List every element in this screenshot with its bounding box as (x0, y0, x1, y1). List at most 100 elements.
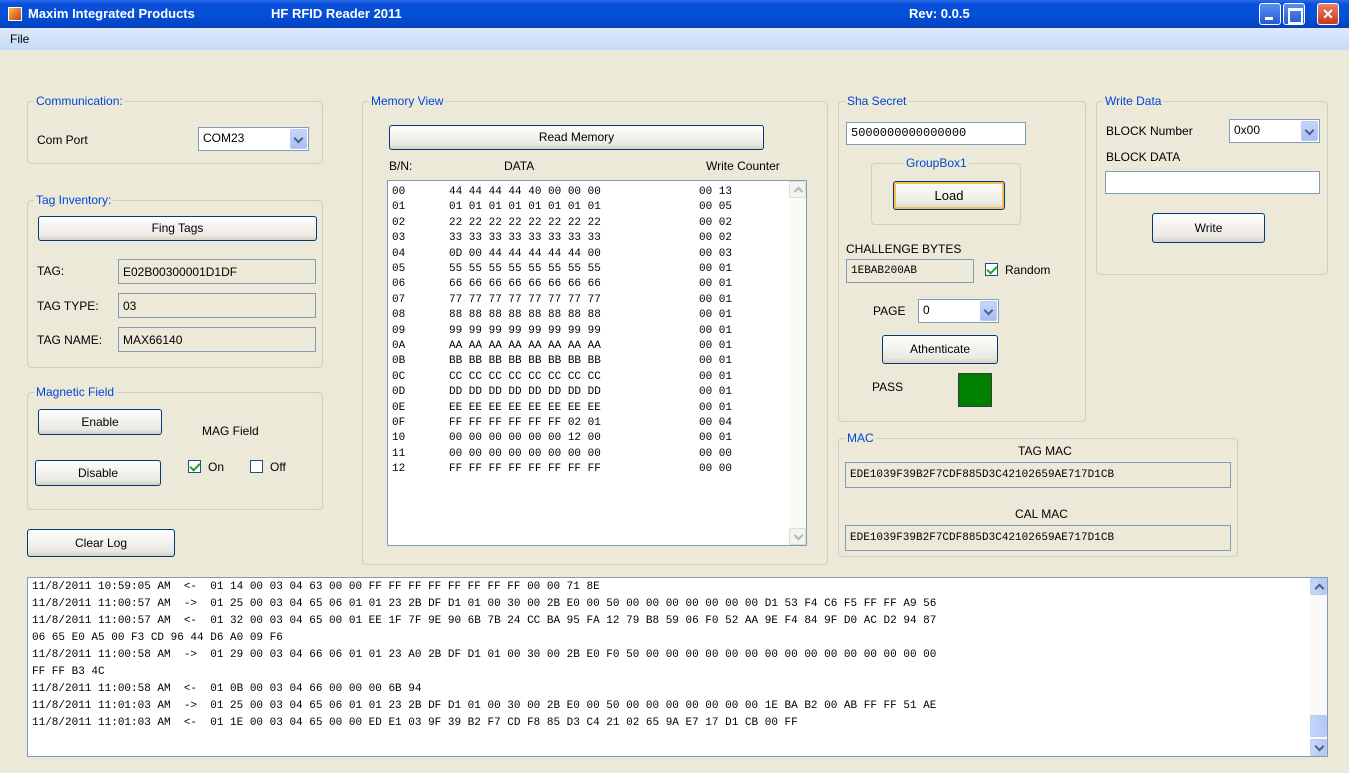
page-value: 0 (923, 303, 930, 317)
memory-list[interactable]: 00 44 44 44 44 40 00 00 00 00 13 01 01 01 01… (387, 180, 807, 546)
memory-row-data: FF FF FF FF FF FF FF FF (449, 463, 601, 476)
random-label: Random (1005, 263, 1051, 277)
log-textbox[interactable]: 11/8/2011 10:59:05 AM <- 01 14 00 03 04 … (27, 577, 1328, 757)
revision-label: Rev: 0.0.5 (909, 6, 970, 21)
minimize-button[interactable] (1259, 3, 1281, 25)
scroll-up-icon[interactable] (1310, 578, 1327, 595)
menu-file[interactable]: File (10, 32, 29, 46)
on-label: On (208, 460, 225, 474)
magnetic-field-legend: Magnetic Field (34, 385, 117, 399)
memory-row-data: 01 01 01 01 01 01 01 01 (449, 201, 601, 214)
maximize-icon (1284, 4, 1304, 24)
log-line: 11/8/2011 10:59:05 AM <- 01 14 00 03 04 … (32, 581, 600, 593)
memory-row-data: 00 00 00 00 00 00 00 00 (449, 447, 601, 460)
memory-row-block-number: 0E (392, 401, 406, 414)
memory-row-data: 22 22 22 22 22 22 22 22 (449, 216, 601, 229)
sha-secret-legend: Sha Secret (845, 94, 909, 108)
memory-row-data: 0D 00 44 44 44 44 44 00 (449, 247, 601, 260)
maximize-button[interactable] (1283, 3, 1305, 25)
app-icon (8, 7, 22, 21)
log-line: 11/8/2011 11:00:57 AM -> 01 25 00 03 04 … (32, 598, 937, 610)
tag-name-field: MAX66140 (118, 327, 316, 352)
block-data-input[interactable] (1105, 171, 1320, 194)
scroll-down-icon[interactable] (1310, 739, 1327, 756)
memory-row-block-number: 12 (392, 463, 406, 476)
memory-row-block-number: 04 (392, 247, 406, 260)
memory-row-block-number: 0F (392, 417, 406, 429)
memory-row-write-counter: 00 01 (699, 293, 733, 306)
off-label: Off (270, 460, 286, 474)
block-data-label: BLOCK DATA (1106, 150, 1181, 164)
cal-mac-field: EDE1039F39B2F7CDF885D3C42102659AE717D1CB (845, 525, 1231, 551)
memory-row-write-counter: 00 01 (699, 263, 733, 275)
memory-row-write-counter: 00 02 (699, 216, 733, 229)
memory-row-block-number: 00 (392, 186, 406, 198)
minimize-icon (1260, 4, 1280, 24)
memory-row-write-counter: 00 04 (699, 417, 733, 429)
close-button[interactable]: ✕ (1317, 3, 1339, 25)
memory-row-data: 99 99 99 99 99 99 99 99 (449, 324, 601, 337)
memory-scrollbar[interactable] (789, 181, 806, 545)
pass-indicator (958, 373, 992, 407)
sha-secret-input[interactable]: 5000000000000000 (846, 122, 1026, 145)
random-checkbox[interactable] (985, 263, 998, 276)
page-select[interactable]: 0 (918, 299, 999, 323)
authenticate-button[interactable]: Athenticate (882, 335, 998, 364)
tag-label: TAG: (37, 264, 65, 278)
tag-inventory-legend: Tag Inventory: (34, 193, 114, 207)
memory-row-write-counter: 00 00 (699, 463, 733, 476)
off-checkbox[interactable] (250, 460, 263, 473)
write-counter-column-header: Write Counter (706, 159, 780, 173)
log-line: 06 65 E0 A5 00 F3 CD 96 44 D6 A0 09 F6 (32, 632, 283, 644)
scroll-up-icon[interactable] (789, 181, 806, 198)
memory-row-write-counter: 00 13 (699, 186, 733, 198)
block-number-select[interactable]: 0x00 (1229, 119, 1320, 143)
clear-log-button[interactable]: Clear Log (27, 529, 175, 557)
memory-row-write-counter: 00 05 (699, 201, 733, 214)
memory-row-data: CC CC CC CC CC CC CC CC (449, 370, 601, 383)
memory-row-write-counter: 00 00 (699, 447, 733, 460)
cal-mac-label: CAL MAC (1015, 507, 1068, 521)
disable-button[interactable]: Disable (35, 460, 161, 486)
memory-row-write-counter: 00 02 (699, 232, 733, 245)
memory-view-legend: Memory View (369, 94, 446, 108)
read-memory-button[interactable]: Read Memory (389, 125, 764, 150)
chevron-down-icon[interactable] (980, 301, 997, 321)
log-line: 11/8/2011 11:00:58 AM -> 01 29 00 03 04 … (32, 649, 937, 661)
tag-field: E02B00300001D1DF (118, 259, 316, 284)
load-button[interactable]: Load (893, 181, 1005, 210)
memory-row-data: EE EE EE EE EE EE EE EE (449, 401, 601, 414)
log-line: 11/8/2011 11:01:03 AM -> 01 25 00 03 04 … (32, 700, 937, 712)
memory-row-data: BB BB BB BB BB BB BB BB (449, 355, 601, 368)
memory-row-data: AA AA AA AA AA AA AA AA (449, 340, 601, 352)
memory-row-write-counter: 00 01 (699, 432, 733, 445)
on-checkbox[interactable] (188, 460, 201, 473)
find-tags-button[interactable]: Fing Tags (38, 216, 317, 241)
tag-name-label: TAG NAME: (37, 333, 103, 347)
com-port-value: COM23 (203, 131, 245, 145)
write-data-legend: Write Data (1103, 94, 1164, 108)
chevron-down-icon[interactable] (290, 129, 307, 149)
tag-type-label: TAG TYPE: (37, 299, 99, 313)
chevron-down-icon[interactable] (1301, 121, 1318, 141)
memory-row-write-counter: 00 01 (699, 386, 733, 399)
block-number-value: 0x00 (1234, 123, 1261, 137)
scroll-down-icon[interactable] (789, 528, 806, 545)
page-label: PAGE (873, 304, 906, 318)
mag-field-label: MAG Field (202, 424, 259, 438)
close-icon: ✕ (1322, 6, 1334, 22)
write-button[interactable]: Write (1152, 213, 1265, 243)
log-line: FF FF B3 4C (32, 666, 105, 678)
memory-row-block-number: 08 (392, 309, 406, 322)
challenge-bytes-field: 1EBAB200AB (846, 259, 974, 283)
com-port-label: Com Port (37, 133, 88, 147)
memory-row-write-counter: 00 01 (699, 355, 733, 368)
scroll-thumb[interactable] (1310, 715, 1327, 737)
memory-row-block-number: 09 (392, 324, 406, 337)
log-scrollbar[interactable] (1310, 578, 1327, 756)
pass-label: PASS (872, 380, 904, 394)
app-title: HF RFID Reader 2011 (271, 6, 402, 21)
company-title: Maxim Integrated Products (28, 6, 195, 21)
com-port-select[interactable]: COM23 (198, 127, 309, 151)
enable-button[interactable]: Enable (38, 409, 162, 435)
